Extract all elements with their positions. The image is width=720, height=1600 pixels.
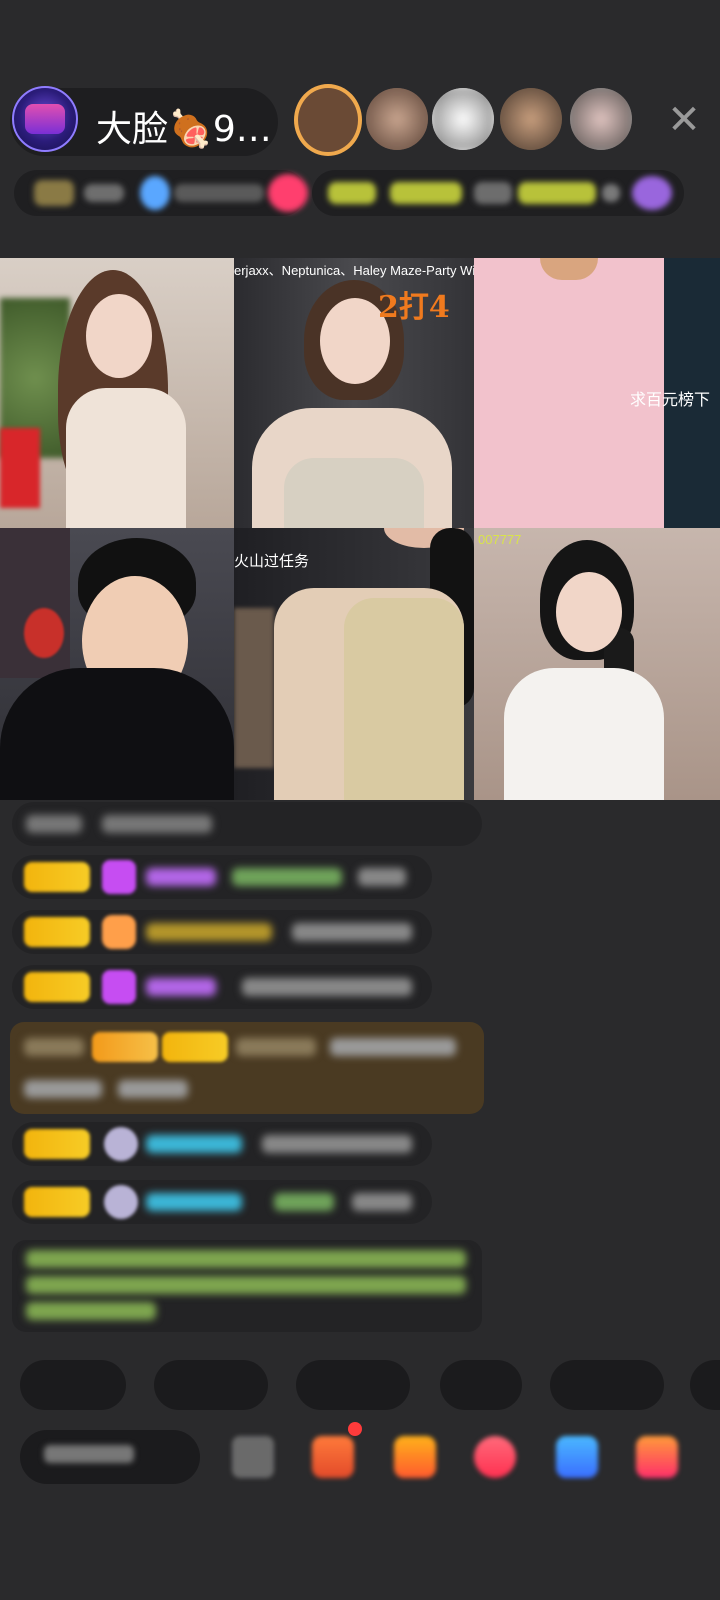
viewer-avatar-4[interactable] xyxy=(500,88,562,150)
game-icon[interactable] xyxy=(556,1436,598,1478)
viewer-avatar-2[interactable] xyxy=(366,88,428,150)
chat-row[interactable] xyxy=(12,1122,432,1166)
top-viewer-avatar-1[interactable] xyxy=(294,84,362,156)
quick-reply-chip-more[interactable] xyxy=(690,1360,720,1410)
gift-banner-message[interactable] xyxy=(10,1022,484,1114)
chat-system-row xyxy=(12,802,482,846)
video-tile-5[interactable]: 火山过任务 xyxy=(234,528,474,800)
quick-reply-chip-3[interactable] xyxy=(296,1360,410,1410)
chat-row[interactable] xyxy=(12,910,432,954)
more-apps-icon[interactable] xyxy=(636,1436,678,1478)
viewer-avatar-3[interactable] xyxy=(432,88,494,150)
host-avatar[interactable] xyxy=(12,86,78,152)
activity-icon[interactable] xyxy=(474,1436,516,1478)
tile-2-badge: 2打4 xyxy=(378,290,450,325)
info-bar-right[interactable] xyxy=(312,170,684,216)
info-bar-left[interactable] xyxy=(14,170,308,216)
video-tile-6[interactable]: 007777 xyxy=(474,528,720,800)
video-tile-4[interactable] xyxy=(0,528,234,800)
chat-row[interactable] xyxy=(12,965,432,1009)
close-icon[interactable]: ✕ xyxy=(664,100,704,140)
host-name[interactable]: 大脸🍖9… xyxy=(96,100,272,152)
chat-row[interactable] xyxy=(12,855,432,899)
quick-reply-chip-1[interactable] xyxy=(20,1360,126,1410)
present-icon[interactable] xyxy=(394,1436,436,1478)
emoji-icon[interactable] xyxy=(232,1436,274,1478)
video-tile-3[interactable]: 求百元榜下 xyxy=(474,258,720,528)
chat-row[interactable] xyxy=(12,1180,432,1224)
viewer-avatar-5[interactable] xyxy=(570,88,632,150)
video-tile-1[interactable] xyxy=(0,258,234,528)
tile-3-caption: 求百元榜下 xyxy=(630,392,711,409)
quick-reply-chip-5[interactable] xyxy=(550,1360,664,1410)
quick-reply-chip-4[interactable] xyxy=(440,1360,522,1410)
gift-shop-icon[interactable] xyxy=(312,1436,354,1478)
comment-input[interactable] xyxy=(20,1430,200,1484)
notification-dot-icon xyxy=(348,1422,362,1436)
tile-6-caption: 007777 xyxy=(478,532,522,547)
system-notice-message xyxy=(12,1240,482,1332)
tile-5-caption: 火山过任务 xyxy=(234,553,310,570)
quick-reply-chip-2[interactable] xyxy=(154,1360,268,1410)
tile-2-music: erjaxx、Neptunica、Haley Maze-Party With T… xyxy=(234,263,474,278)
